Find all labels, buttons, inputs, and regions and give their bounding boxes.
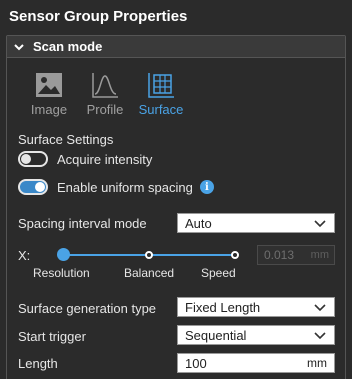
mode-image[interactable]: Image <box>21 70 77 117</box>
slider-stop-speed[interactable] <box>231 251 239 259</box>
image-icon <box>34 70 64 100</box>
slider-axis-label: X: <box>18 248 31 263</box>
acquire-intensity-row: Acquire intensity <box>18 151 152 167</box>
chevron-down-icon <box>314 329 326 341</box>
mode-label: Image <box>30 102 68 117</box>
scan-mode-section: Scan mode Image Profile Surface Surface … <box>6 35 346 379</box>
acquire-intensity-label: Acquire intensity <box>57 151 153 167</box>
mode-surface[interactable]: Surface <box>133 70 189 117</box>
generation-type-value: Fixed Length <box>185 299 261 315</box>
spacing-slider-thumb[interactable] <box>57 248 70 261</box>
surface-settings-title: Surface Settings <box>18 132 114 147</box>
chevron-down-icon <box>314 217 326 229</box>
slider-stop-label: Speed <box>201 266 236 280</box>
surface-icon <box>146 70 176 100</box>
spacing-unit: mm <box>310 249 329 261</box>
start-trigger-value: Sequential <box>185 327 247 343</box>
mode-label: Surface <box>138 102 184 117</box>
panel-title: Sensor Group Properties <box>9 8 188 25</box>
profile-icon <box>90 70 120 100</box>
uniform-spacing-row: Enable uniform spacing i <box>18 179 214 195</box>
mode-selector: Image Profile Surface <box>21 70 189 117</box>
uniform-spacing-label: Enable uniform spacing <box>57 179 193 195</box>
length-unit: mm <box>307 356 327 370</box>
slider-stop-label: Resolution <box>33 266 90 280</box>
info-icon[interactable]: i <box>199 180 214 194</box>
spacing-mode-label: Spacing interval mode <box>18 216 147 231</box>
length-label: Length <box>18 356 58 371</box>
generation-type-select[interactable]: Fixed Length <box>177 297 335 317</box>
spacing-value: 0.013 <box>264 248 295 262</box>
generation-type-label: Surface generation type <box>18 301 157 316</box>
acquire-intensity-toggle[interactable] <box>18 151 48 167</box>
slider-stop-label: Balanced <box>124 266 175 280</box>
mode-label: Profile <box>86 102 124 117</box>
length-value: 100 <box>185 355 207 371</box>
uniform-spacing-toggle[interactable] <box>18 179 48 195</box>
spacing-mode-value: Auto <box>185 215 212 231</box>
start-trigger-select[interactable]: Sequential <box>177 325 335 345</box>
mode-profile[interactable]: Profile <box>77 70 133 117</box>
slider-stop-balanced[interactable] <box>145 251 153 259</box>
start-trigger-label: Start trigger <box>18 329 86 344</box>
scan-mode-header[interactable]: Scan mode <box>7 36 345 58</box>
spacing-mode-select[interactable]: Auto <box>177 213 335 233</box>
chevron-down-icon <box>13 40 27 54</box>
length-input[interactable]: 100 mm <box>177 353 335 373</box>
chevron-down-icon <box>314 301 326 313</box>
section-title: Scan mode <box>33 39 103 54</box>
spacing-value-input: 0.013 mm <box>257 245 335 265</box>
